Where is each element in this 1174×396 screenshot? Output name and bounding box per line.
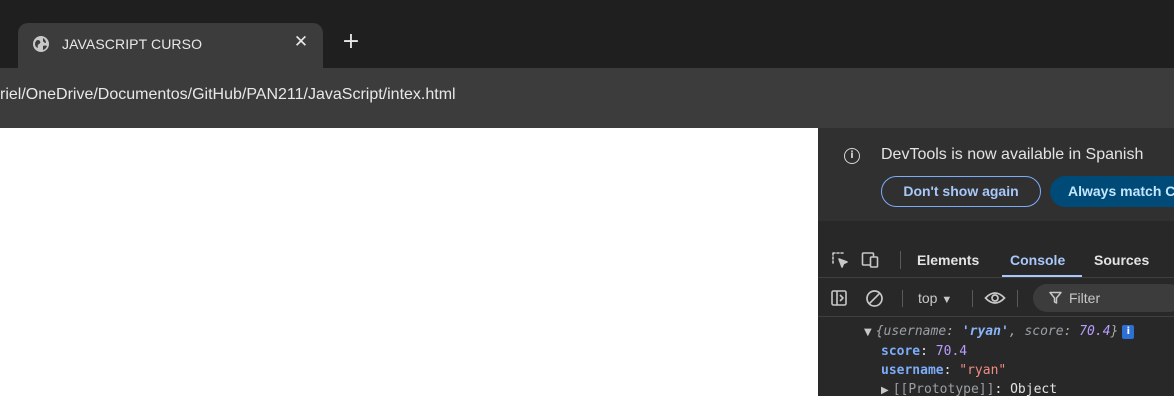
infobar-message: DevTools is now available in Spanish [881,146,1144,163]
chevron-down-icon: ▼ [941,294,953,306]
toolbar-divider [902,290,903,307]
colon: : [920,344,936,359]
page-content [0,128,818,396]
property-key: username [881,363,944,378]
eye-icon[interactable] [984,288,1006,308]
active-tab-indicator [1002,275,1082,277]
brace: } [1110,324,1119,339]
summary-value: 70.4 [1079,324,1111,339]
devtools-panel: i DevTools is now available in Spanish D… [818,128,1174,396]
tab-elements[interactable]: Elements [917,252,979,268]
inspect-element-icon[interactable] [831,251,849,269]
summary-key: score [1024,324,1064,339]
console-object-summary[interactable]: ▼ {username: 'ryan', score: 70.4} i [864,324,1135,339]
address-bar[interactable]: riel/OneDrive/Documentos/GitHub/PAN211/J… [0,86,456,104]
comma: , [1008,324,1025,339]
toolbar-divider [972,290,973,307]
filter-placeholder: Filter [1069,290,1101,306]
console-output: ▼ {username: 'ryan', score: 70.4} i score:… [818,318,1174,396]
colon: : [946,324,962,339]
language-infobar: i DevTools is now available in Spanish D… [818,128,1174,221]
console-property-row: score: 70.4 [881,344,967,359]
prototype-key: [[Prototype]] [892,382,995,396]
context-value: top [918,290,938,306]
devtools-tabbar: Elements Console Sources [818,221,1174,278]
property-value: 70.4 [935,344,968,359]
property-value: "ryan" [959,363,1007,378]
tab-sources[interactable]: Sources [1094,252,1149,268]
show-sidebar-icon[interactable] [830,289,848,307]
clear-console-icon[interactable] [865,289,884,308]
toolbar-divider [1017,290,1018,307]
address-toolbar: riel/OneDrive/Documentos/GitHub/PAN211/J… [0,68,1174,120]
globe-icon [32,35,50,53]
brace: { [875,324,884,339]
expand-triangle-icon[interactable]: ▼ [864,327,872,338]
device-toolbar-icon[interactable] [861,251,879,269]
toolbar-divider [0,120,1174,128]
info-icon: i [844,148,860,164]
context-selector[interactable]: top ▼ [918,290,952,306]
filter-input[interactable]: Filter [1033,284,1174,312]
console-prototype-row[interactable]: ▶ [[Prototype]]: Object [881,382,1057,396]
dont-show-again-button[interactable]: Don't show again [881,176,1041,207]
browser-tab[interactable]: JAVASCRIPT CURSO ✕ [18,23,323,68]
toolbar-divider [900,251,901,269]
colon: : [1063,324,1080,339]
summary-value: 'ryan' [961,324,1009,339]
close-icon[interactable]: ✕ [290,31,312,53]
colon: : [994,382,1011,396]
console-toolbar: top ▼ Filter [818,279,1174,317]
colon: : [943,363,960,378]
filter-icon [1049,291,1062,304]
always-match-button[interactable]: Always match C [1050,176,1174,207]
tab-title: JAVASCRIPT CURSO [62,36,203,52]
new-tab-button[interactable]: + [338,30,364,56]
tab-console[interactable]: Console [1010,252,1065,268]
property-key: score [881,344,921,359]
console-property-row: username: "ryan" [881,363,1006,378]
expand-triangle-icon[interactable]: ▶ [881,385,889,396]
info-badge-icon[interactable]: i [1122,325,1135,339]
summary-key: username [883,324,947,339]
prototype-value: Object [1010,382,1058,396]
tab-strip: JAVASCRIPT CURSO ✕ + [0,0,1174,68]
